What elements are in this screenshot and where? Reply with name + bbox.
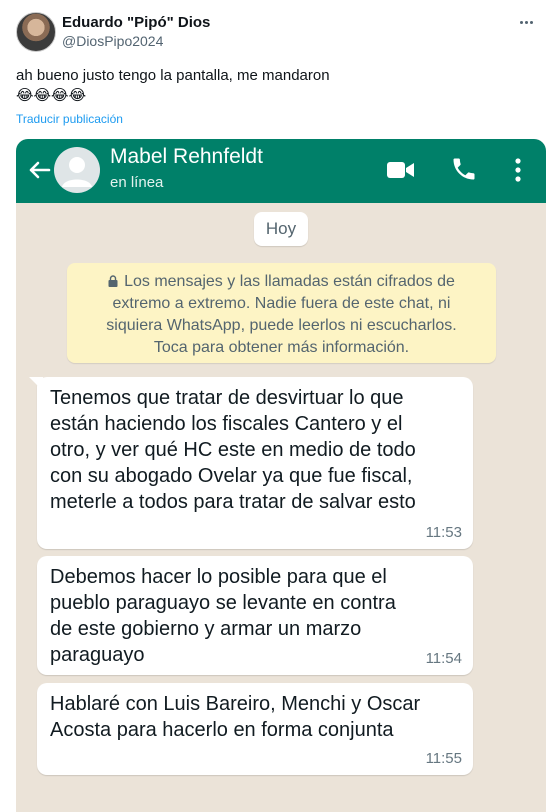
message-time: 11:53 (425, 524, 462, 541)
message-bubble[interactable]: Tenemos que tratar de desvirtuar lo que … (29, 377, 473, 549)
message-line: pueblo paraguayo se levante en contra (50, 592, 396, 614)
chat-header: Mabel Rehnfeldt en línea (16, 139, 546, 203)
message-bubble[interactable]: Debemos hacer lo posible para que el pue… (37, 556, 473, 675)
author-avatar[interactable] (16, 12, 56, 52)
lock-icon (108, 275, 118, 287)
notice-line: extremo a extremo. Nadie fuera de este c… (112, 295, 451, 312)
attached-image[interactable]: Mabel Rehnfeldt en línea Hoy Los mensaje… (16, 139, 546, 812)
message-line: Acosta para hacerlo en forma conjunta (50, 719, 394, 741)
tweet-header: Eduardo "Pipó" Dios @DiosPipo2024 (16, 12, 536, 54)
phone-icon[interactable] (450, 155, 478, 183)
notice-line: Toca para obtener más información. (153, 339, 410, 356)
notice-line: siquiera WhatsApp, puede leerlos ni escu… (106, 317, 457, 334)
contact-status: en línea (110, 174, 164, 191)
message-line: Tenemos que tratar de desvirtuar lo que (50, 387, 404, 409)
default-avatar-icon[interactable] (54, 147, 100, 193)
more-horizontal-icon[interactable] (516, 12, 536, 32)
author-name[interactable]: Eduardo "Pipó" Dios (62, 14, 210, 31)
tweet-text: ah bueno justo tengo la pantalla, me man… (16, 67, 330, 104)
bubble-tail (29, 377, 43, 391)
arrow-left-icon[interactable] (24, 155, 54, 185)
message-line: meterle a todos para tratar de salvar es… (50, 491, 416, 513)
message-time: 11:54 (425, 650, 462, 667)
video-camera-icon[interactable] (386, 157, 416, 183)
encryption-notice[interactable]: Los mensajes y las llamadas están cifrad… (67, 263, 496, 363)
author-handle[interactable]: @DiosPipo2024 (62, 33, 163, 49)
message-line: están haciendo los fiscales Cantero y el (50, 413, 403, 435)
message-line: Debemos hacer lo posible para que el (50, 566, 387, 588)
more-vertical-icon[interactable] (508, 155, 528, 185)
message-line: Hablaré con Luis Bareiro, Menchi y Oscar (50, 693, 421, 715)
message-time: 11:55 (425, 750, 462, 767)
notice-line: Los mensajes y las llamadas están cifrad… (124, 273, 455, 290)
translate-link[interactable]: Traducir publicación (16, 112, 123, 126)
message-line: otro, y ver qué HC este en medio de todo (50, 439, 416, 461)
message-bubble[interactable]: Hablaré con Luis Bareiro, Menchi y Oscar… (37, 683, 473, 775)
message-line: de este gobierno y armar un marzo (50, 618, 362, 640)
contact-name[interactable]: Mabel Rehnfeldt (110, 145, 263, 169)
date-chip: Hoy (254, 212, 308, 246)
message-line: con su abogado Ovelar ya que fue fiscal, (50, 465, 413, 487)
message-line: paraguayo (50, 644, 145, 666)
